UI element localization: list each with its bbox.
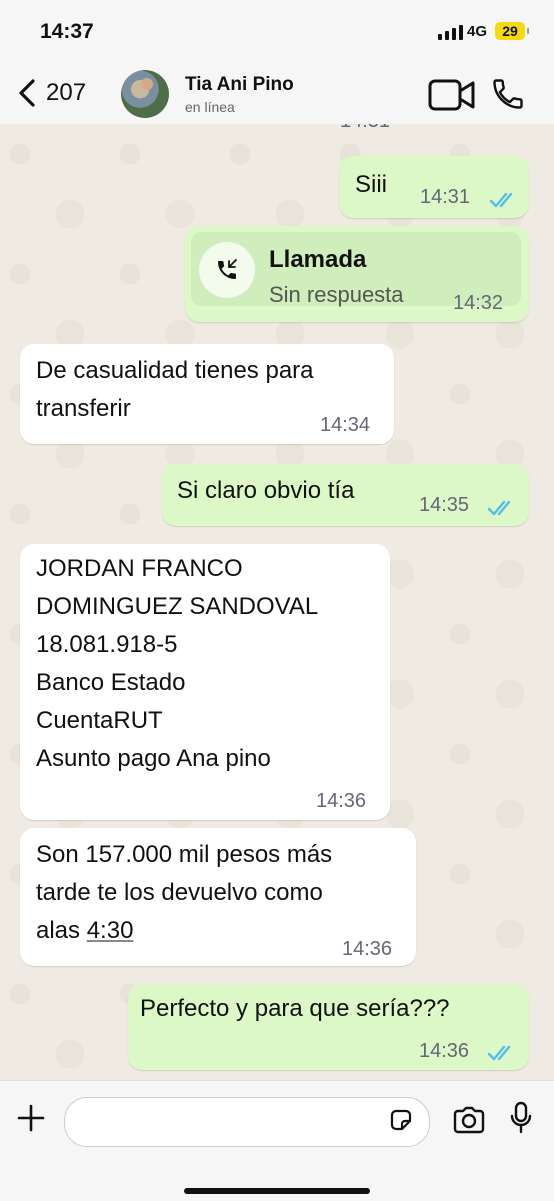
call-subtitle: Sin respuesta [269,282,404,307]
back-button[interactable]: 207 [18,78,86,108]
camera-button[interactable] [452,1105,486,1140]
incoming-message[interactable]: JORDAN FRANCO DOMINGUEZ SANDOVAL 18.081.… [20,544,390,820]
attach-button[interactable] [16,1103,46,1138]
message-time: 14:31 [420,186,471,208]
time-link[interactable]: 4:30 [87,917,134,944]
sticker-button[interactable] [388,1107,414,1138]
voice-message-button[interactable] [510,1101,532,1140]
contact-name[interactable]: Tia Ani Pino [185,74,294,96]
double-check-icon [487,1045,511,1061]
message-text: Siii [355,171,388,198]
incoming-message[interactable]: Son 157.000 mil pesos más tarde te los d… [20,828,416,966]
unread-count: 207 [46,79,87,106]
message-input-bar [0,1080,554,1201]
message-text-body: Son 157.000 mil pesos más tarde te los d… [36,841,333,944]
status-time: 14:37 [40,20,94,43]
contact-status: en línea [185,99,235,115]
chat-area[interactable]: 14:31 Siii 14:31 Llamada Sin respuesta 1… [0,124,554,1080]
home-indicator [184,1188,370,1194]
mic-icon [510,1101,532,1134]
voice-call-button[interactable] [490,76,526,117]
plus-icon [17,1104,45,1132]
message-time: 14:36 [342,938,393,960]
message-time: 14:36 [419,1040,470,1062]
outgoing-message[interactable]: Si claro obvio tía 14:35 [162,464,529,526]
phone-icon [493,79,523,109]
signal-icon [438,25,463,40]
message-time: 14:34 [320,414,371,436]
sticker-icon [390,1109,412,1131]
message-text: Perfecto y para que sería??? [140,995,450,1022]
outgoing-message[interactable]: Siii 14:31 [339,156,529,218]
message-text: Son 157.000 mil pesos más tarde te los d… [36,836,332,950]
message-text: De casualidad tienes para transferir [36,357,314,422]
outgoing-message[interactable]: Perfecto y para que sería??? 14:36 [128,984,529,1070]
double-check-icon [487,500,511,516]
message-time: 14:35 [419,494,470,516]
camera-icon [453,1106,485,1134]
incoming-message[interactable]: De casualidad tienes para transferir 14:… [20,344,394,444]
chat-header: 207 Tia Ani Pino en línea [0,64,554,125]
message-time: 14:32 [453,292,504,314]
avatar[interactable] [121,70,169,118]
video-call-icon [428,79,475,111]
message-text: Si claro obvio tía [177,477,355,504]
status-bar: 14:37 4G 29 [0,0,554,64]
message-text: JORDAN FRANCO DOMINGUEZ SANDOVAL 18.081.… [36,555,319,772]
video-call-button[interactable] [428,78,476,117]
missed-call-icon [199,242,255,298]
battery-indicator: 29 [495,22,529,40]
message-input[interactable] [64,1097,430,1147]
double-check-icon [489,192,513,208]
call-message[interactable]: Llamada Sin respuesta 14:32 [185,226,529,322]
chevron-left-icon [19,79,35,107]
network-type: 4G [467,23,488,40]
message-time: 14:36 [316,790,367,812]
call-title: Llamada [269,246,367,273]
previous-message-time: 14:31 [340,124,390,133]
